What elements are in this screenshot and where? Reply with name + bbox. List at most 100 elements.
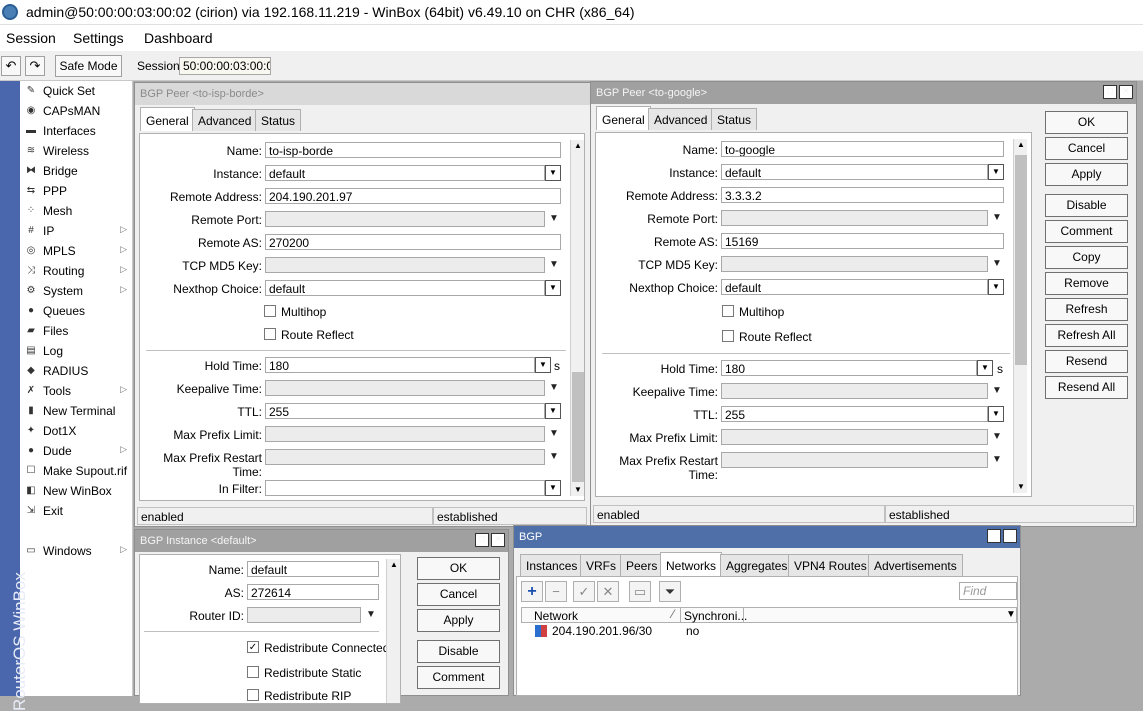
chevron-down-icon[interactable]: ▼ — [549, 451, 559, 462]
scroll-up-icon[interactable]: ▲ — [388, 559, 400, 571]
scroll-up-icon[interactable]: ▲ — [1015, 139, 1027, 151]
apply-button[interactable]: Apply — [1045, 163, 1128, 186]
scroll-thumb[interactable] — [572, 372, 584, 482]
copy-button[interactable]: Copy — [1045, 246, 1128, 269]
maximize-icon[interactable]: □ — [987, 529, 1001, 543]
sidebar-item-new-winbox[interactable]: ◧ New WinBox — [22, 481, 132, 501]
chevron-down-icon[interactable]: ▼ — [992, 454, 1002, 465]
refresh-all-button[interactable]: Refresh All — [1045, 324, 1128, 347]
sidebar-item-exit[interactable]: ⇲ Exit — [22, 501, 132, 521]
maximize-icon[interactable]: □ — [475, 533, 489, 547]
sidebar-item-make-supout-rif[interactable]: ☐ Make Supout.rif — [22, 461, 132, 481]
tcp-md5-field[interactable] — [721, 256, 988, 272]
name-field[interactable]: to-google — [721, 141, 1004, 157]
tab-general[interactable]: General — [140, 107, 195, 131]
chevron-down-icon[interactable]: ▼ — [366, 609, 376, 620]
max-prefix-field[interactable] — [721, 429, 988, 445]
sidebar-item-log[interactable]: ▤ Log — [22, 341, 132, 361]
chevron-down-icon[interactable]: ▼ — [549, 428, 559, 439]
dropdown-icon[interactable]: ▼ — [545, 165, 561, 181]
remote-address-field[interactable]: 204.190.201.97 — [265, 188, 561, 204]
keepalive-field[interactable] — [721, 383, 988, 399]
remote-port-field[interactable] — [721, 210, 988, 226]
column-menu-icon[interactable]: ▼ — [1006, 609, 1016, 620]
comment-button[interactable]: Comment — [1045, 220, 1128, 243]
safe-mode-button[interactable]: Safe Mode — [55, 55, 122, 77]
menu-dashboard[interactable]: Dashboard — [144, 30, 213, 46]
name-field[interactable]: to-isp-borde — [265, 142, 561, 158]
dropdown-icon[interactable]: ▼ — [545, 280, 561, 296]
sidebar-item-files[interactable]: ▰ Files — [22, 321, 132, 341]
table-row[interactable]: 204.190.201.96/30 no — [521, 623, 1017, 639]
chevron-down-icon[interactable]: ▼ — [549, 382, 559, 393]
sidebar-item-mpls[interactable]: ◎ MPLS ▷ — [22, 241, 132, 261]
apply-button[interactable]: Apply — [417, 609, 500, 632]
dropdown-icon[interactable]: ▼ — [545, 403, 561, 419]
maximize-icon[interactable]: □ — [1103, 85, 1117, 99]
dropdown-icon[interactable]: ▼ — [977, 360, 993, 376]
sidebar-item-mesh[interactable]: ⁘ Mesh — [22, 201, 132, 221]
column-synchronize[interactable]: Synchroni... — [684, 609, 747, 623]
instance-field[interactable]: default — [265, 165, 545, 181]
sidebar-item-capsman[interactable]: ◉ CAPsMAN — [22, 101, 132, 121]
name-field[interactable]: default — [247, 561, 379, 577]
dropdown-icon[interactable]: ▼ — [988, 279, 1004, 295]
chevron-down-icon[interactable]: ▼ — [992, 385, 1002, 396]
add-icon[interactable]: + — [521, 581, 543, 602]
cancel-button[interactable]: Cancel — [1045, 137, 1128, 160]
sidebar-item-new-terminal[interactable]: ▮ New Terminal — [22, 401, 132, 421]
max-prefix-field[interactable] — [265, 426, 545, 442]
remote-as-field[interactable]: 270200 — [265, 234, 561, 250]
close-icon[interactable]: ✕ — [491, 533, 505, 547]
scroll-down-icon[interactable]: ▼ — [572, 484, 584, 496]
redistribute-rip-checkbox[interactable] — [247, 689, 259, 701]
dropdown-icon[interactable]: ▼ — [988, 406, 1004, 422]
scrollbar[interactable]: ▲ — [386, 559, 400, 703]
comment-button[interactable]: Comment — [417, 666, 500, 689]
disable-button[interactable]: Disable — [417, 640, 500, 663]
tab-advanced[interactable]: Advanced — [192, 109, 258, 131]
route-reflect-checkbox[interactable] — [264, 328, 276, 340]
comment-icon[interactable]: ▭ — [629, 581, 651, 602]
session-field[interactable]: 50:00:00:03:00:02 — [179, 57, 271, 75]
find-input[interactable]: Find — [959, 582, 1017, 600]
router-id-field[interactable] — [247, 607, 361, 623]
tcp-md5-field[interactable] — [265, 257, 545, 273]
tab-general[interactable]: General — [596, 106, 651, 130]
resend-all-button[interactable]: Resend All — [1045, 376, 1128, 399]
scroll-up-icon[interactable]: ▲ — [572, 140, 584, 152]
tab-status[interactable]: Status — [711, 108, 758, 130]
sidebar-item-ppp[interactable]: ⇆ PPP — [22, 181, 132, 201]
in-filter-field[interactable] — [265, 480, 545, 496]
scroll-thumb[interactable] — [1015, 155, 1027, 365]
scrollbar[interactable]: ▲ ▼ — [570, 140, 584, 496]
route-reflect-checkbox[interactable] — [722, 330, 734, 342]
redistribute-static-checkbox[interactable] — [247, 666, 259, 678]
as-field[interactable]: 272614 — [247, 584, 379, 600]
hold-time-field[interactable]: 180 — [721, 360, 977, 376]
nexthop-field[interactable]: default — [265, 280, 545, 296]
scrollbar[interactable]: ▲ ▼ — [1013, 139, 1027, 493]
sidebar-item-tools[interactable]: ✗ Tools ▷ — [22, 381, 132, 401]
sidebar-item-wireless[interactable]: ≋ Wireless — [22, 141, 132, 161]
disable-icon[interactable]: ✕ — [597, 581, 619, 602]
column-network[interactable]: Network — [534, 609, 578, 623]
max-prefix-restart-field[interactable] — [265, 449, 545, 465]
ttl-field[interactable]: 255 — [721, 406, 988, 422]
remote-port-field[interactable] — [265, 211, 545, 227]
chevron-down-icon[interactable]: ▼ — [992, 212, 1002, 223]
dropdown-icon[interactable]: ▼ — [545, 480, 561, 496]
sidebar-item-dot1x[interactable]: ✦ Dot1X — [22, 421, 132, 441]
nexthop-field[interactable]: default — [721, 279, 988, 295]
chevron-down-icon[interactable]: ▼ — [549, 259, 559, 270]
menu-settings[interactable]: Settings — [73, 30, 124, 46]
remote-address-field[interactable]: 3.3.3.2 — [721, 187, 1004, 203]
menu-session[interactable]: Session — [6, 30, 56, 46]
close-icon[interactable]: ✕ — [1119, 85, 1133, 99]
multihop-checkbox[interactable] — [722, 305, 734, 317]
chevron-down-icon[interactable]: ▼ — [992, 431, 1002, 442]
chevron-down-icon[interactable]: ▼ — [549, 213, 559, 224]
tab-aggregates[interactable]: Aggregates — [720, 554, 794, 576]
remote-as-field[interactable]: 15169 — [721, 233, 1004, 249]
remove-button[interactable]: Remove — [1045, 272, 1128, 295]
